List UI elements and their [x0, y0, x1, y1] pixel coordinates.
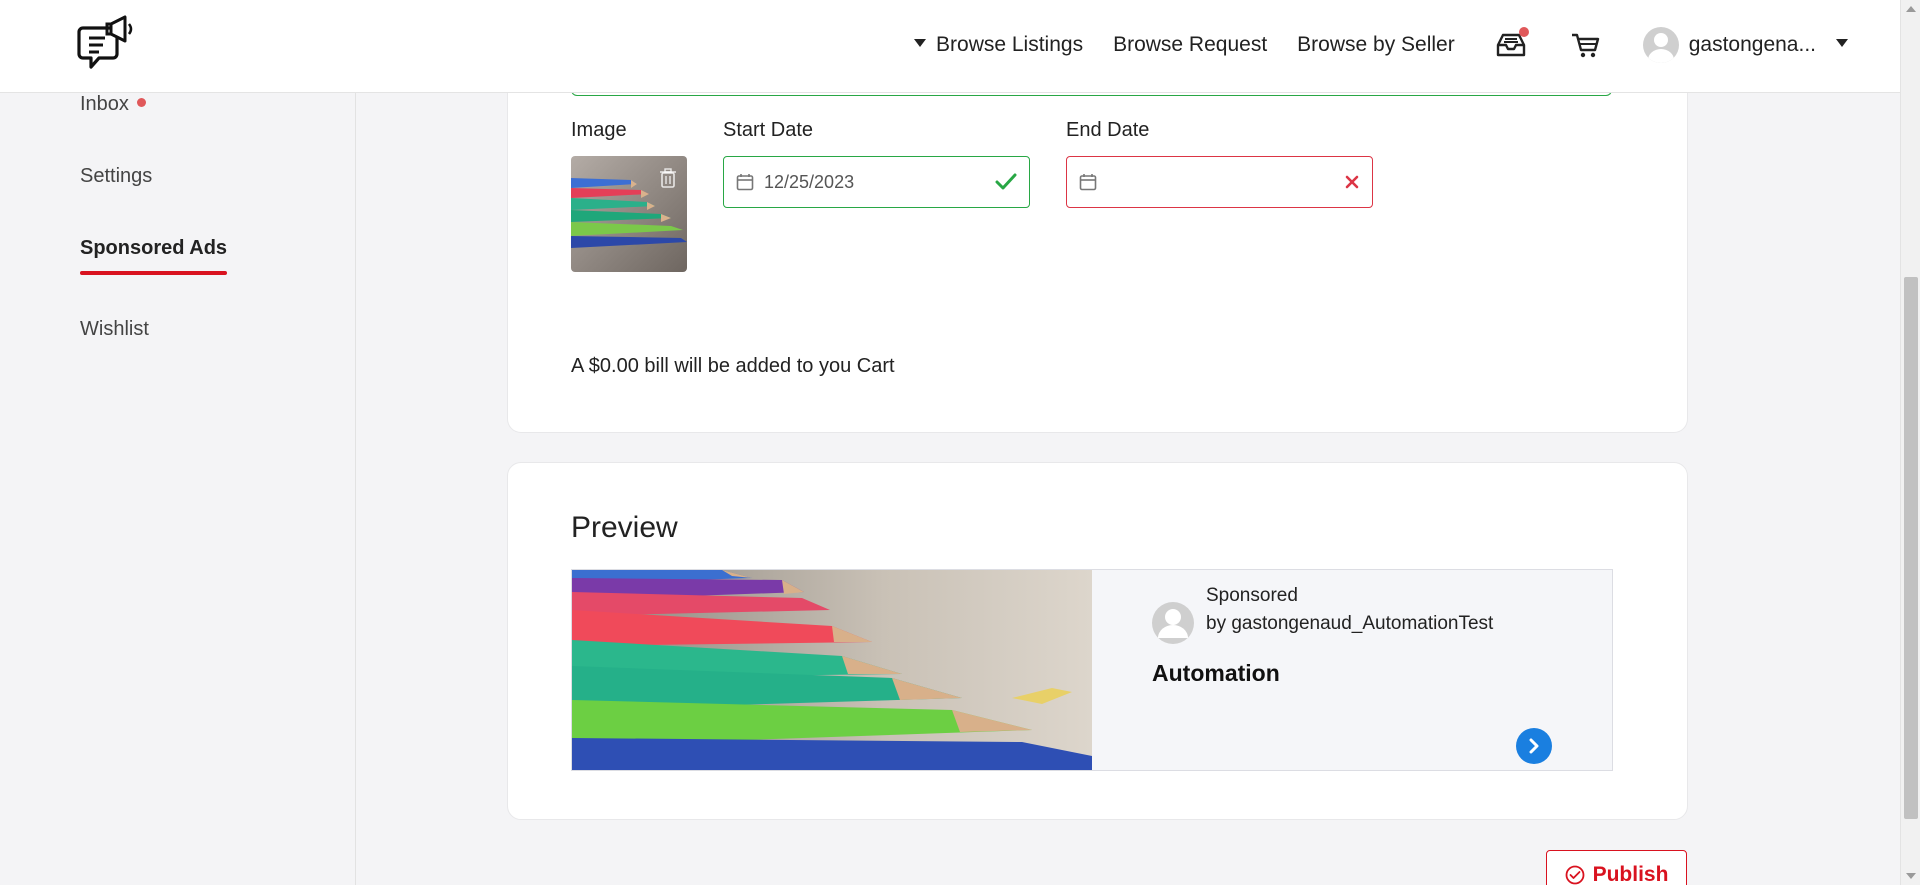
- chevron-right-icon: [1529, 738, 1539, 754]
- ad-meta: Sponsored by gastongenaud_AutomationTest: [1206, 582, 1493, 638]
- nav-browse-listings-label: Browse Listings: [936, 33, 1084, 56]
- sidebar-item-label: Sponsored Ads: [80, 237, 228, 259]
- inbox-button[interactable]: [1493, 27, 1529, 63]
- top-header: Browse Listings Browse Request Browse by…: [0, 0, 1900, 93]
- start-date-label: Start Date: [723, 119, 814, 141]
- preview-title: Preview: [571, 511, 678, 544]
- trash-icon[interactable]: [659, 168, 677, 193]
- ad-form-card: Image Start Date End Date 12/25/2023 A $…: [507, 40, 1688, 433]
- end-date-field[interactable]: [1066, 156, 1373, 208]
- publish-button[interactable]: Publish: [1546, 850, 1687, 885]
- cart-icon: [1571, 33, 1599, 58]
- preview-card: Preview Sponsored by gastongenaud_Automa…: [507, 462, 1688, 820]
- image-thumbnail: [571, 156, 687, 272]
- scrollbar-thumb[interactable]: [1904, 277, 1918, 819]
- end-date-label: End Date: [1066, 119, 1150, 141]
- nav-browse-by-seller[interactable]: Browse by Seller: [1297, 33, 1455, 57]
- scroll-down-arrow[interactable]: [1906, 873, 1916, 879]
- sponsored-ad-preview: Sponsored by gastongenaud_AutomationTest…: [571, 569, 1613, 771]
- megaphone-chat-logo-icon[interactable]: [77, 14, 137, 78]
- error-x-icon: [1345, 175, 1359, 189]
- sidebar-item-inbox[interactable]: Inbox: [80, 93, 146, 116]
- scroll-up-arrow[interactable]: [1906, 6, 1916, 12]
- ad-title: Automation: [1152, 660, 1280, 686]
- nav-browse-request[interactable]: Browse Request: [1113, 33, 1267, 57]
- calendar-icon: [1079, 174, 1097, 191]
- publish-label: Publish: [1592, 863, 1669, 885]
- user-name: gastongena...: [1688, 33, 1816, 56]
- sidebar-item-sponsored-ads[interactable]: Sponsored Ads: [80, 237, 228, 275]
- open-ad-button[interactable]: [1516, 728, 1552, 764]
- active-indicator: [80, 271, 227, 275]
- inbox-notification-dot: [1518, 27, 1529, 37]
- avatar: [1642, 27, 1679, 63]
- calendar-icon: [736, 174, 754, 191]
- sidebar-item-label: Inbox: [80, 93, 129, 115]
- user-menu[interactable]: gastongena...: [1642, 27, 1848, 63]
- seller-byline: by gastongenaud_AutomationTest: [1206, 613, 1494, 634]
- nav-browse-listings[interactable]: Browse Listings: [914, 33, 1083, 57]
- sidebar: Inbox Settings Sponsored Ads Wishlist: [0, 93, 356, 885]
- caret-down-icon: [914, 39, 927, 48]
- sponsored-label: Sponsored: [1206, 585, 1298, 606]
- image-label: Image: [571, 119, 627, 141]
- notification-dot: [136, 98, 146, 108]
- caret-down-icon: [1836, 39, 1848, 47]
- start-date-value: 12/25/2023: [764, 171, 855, 192]
- checkmark-icon: [995, 173, 1017, 190]
- page-scrollbar[interactable]: [1900, 0, 1920, 885]
- check-circle-icon: [1565, 865, 1584, 885]
- sidebar-item-label: Wishlist: [80, 318, 149, 340]
- bill-notice: A $0.00 bill will be added to you Cart: [571, 355, 895, 377]
- ad-image: [572, 570, 1092, 770]
- cart-button[interactable]: [1567, 27, 1603, 63]
- sidebar-item-label: Settings: [80, 165, 153, 187]
- main-nav: Browse Listings Browse Request Browse by…: [884, 0, 1848, 90]
- start-date-field[interactable]: 12/25/2023: [723, 156, 1030, 208]
- seller-avatar: [1152, 602, 1194, 644]
- sidebar-item-wishlist[interactable]: Wishlist: [80, 318, 149, 341]
- sidebar-item-settings[interactable]: Settings: [80, 165, 152, 188]
